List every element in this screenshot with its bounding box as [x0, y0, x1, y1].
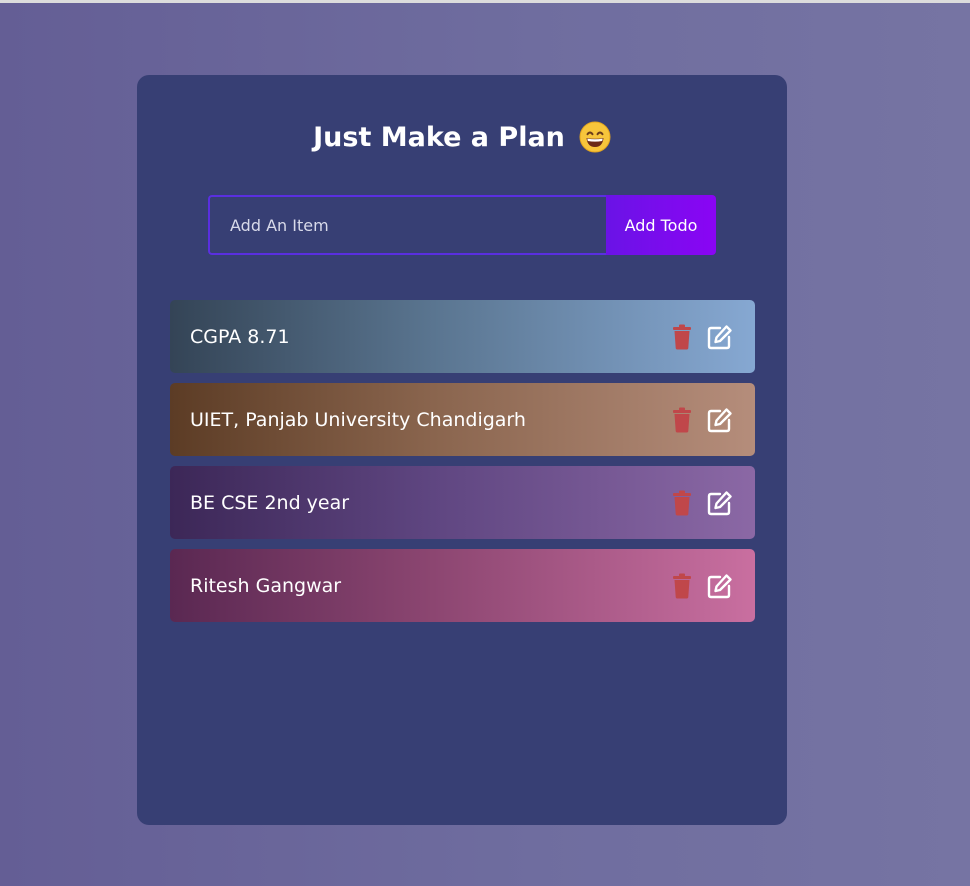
- todo-text: Ritesh Gangwar: [190, 574, 342, 597]
- todo-item: CGPA 8.71: [170, 300, 755, 373]
- todo-actions: [669, 490, 735, 516]
- grinning-face-icon: [579, 121, 611, 153]
- todo-item: UIET, Panjab University Chandigarh: [170, 383, 755, 456]
- todo-item: Ritesh Gangwar: [170, 549, 755, 622]
- todo-list: CGPA 8.71 UIET, Panjab University Chandi…: [170, 300, 755, 632]
- trash-icon[interactable]: [669, 407, 695, 433]
- trash-icon[interactable]: [669, 573, 695, 599]
- page-title: Just Make a Plan: [313, 121, 565, 153]
- edit-icon[interactable]: [707, 490, 733, 516]
- todo-actions: [669, 573, 735, 599]
- header: Just Make a Plan: [137, 117, 787, 157]
- todo-text: UIET, Panjab University Chandigarh: [190, 408, 526, 431]
- edit-icon[interactable]: [707, 407, 733, 433]
- todo-text: CGPA 8.71: [190, 325, 290, 348]
- trash-icon[interactable]: [669, 490, 695, 516]
- todo-actions: [669, 324, 735, 350]
- add-item-input[interactable]: [208, 195, 606, 255]
- edit-icon[interactable]: [707, 573, 733, 599]
- todo-actions: [669, 407, 735, 433]
- edit-icon[interactable]: [707, 324, 733, 350]
- todo-text: BE CSE 2nd year: [190, 491, 350, 514]
- todo-item: BE CSE 2nd year: [170, 466, 755, 539]
- trash-icon[interactable]: [669, 324, 695, 350]
- add-todo-button[interactable]: Add Todo: [606, 195, 716, 255]
- add-item-form: Add Todo: [208, 195, 716, 255]
- browser-top-border: [0, 0, 970, 3]
